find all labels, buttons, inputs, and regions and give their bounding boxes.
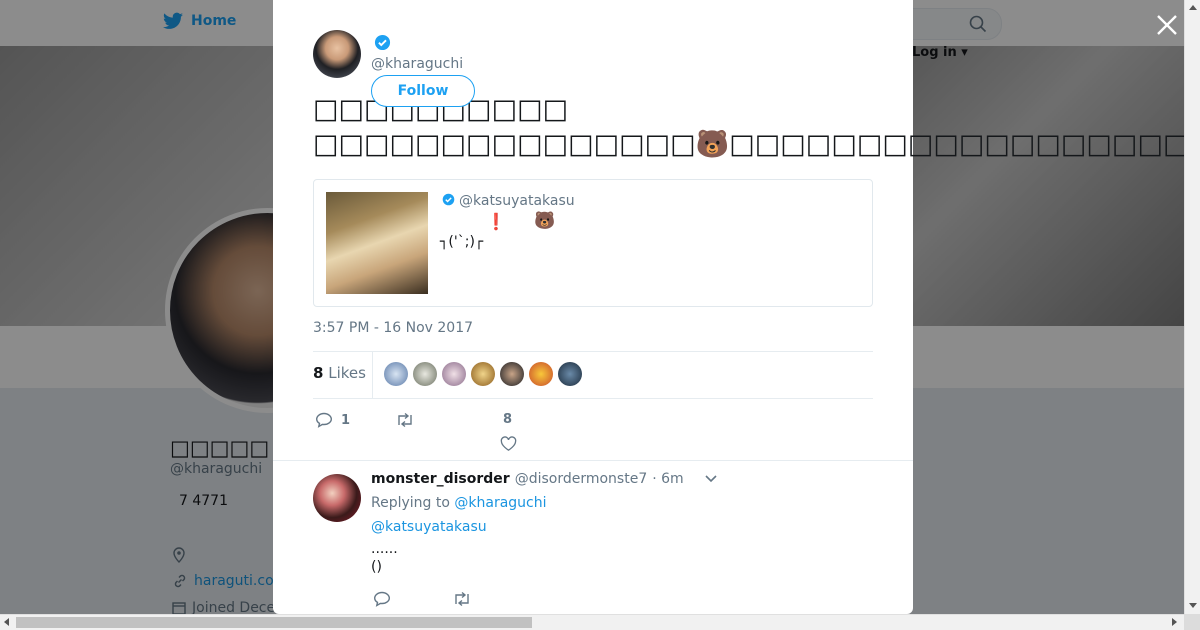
- scroll-left-arrow[interactable]: [4, 618, 9, 626]
- liker-avatar[interactable]: [500, 362, 524, 386]
- tweet-modal: @kharaguchi □□□□□□□□□□ □□□□□□□□□□□□□□□🐻□…: [273, 0, 913, 614]
- vertical-scrollbar[interactable]: [1184, 0, 1200, 614]
- reply-icon[interactable]: [373, 591, 391, 607]
- reply-text-line: ......: [371, 541, 398, 557]
- follow-button[interactable]: Follow: [371, 75, 475, 107]
- reply-mention[interactable]: @katsuyatakasu: [371, 519, 487, 535]
- reply-count: 1: [341, 412, 351, 428]
- reply-time[interactable]: · 6m: [652, 471, 683, 487]
- verified-icon: [374, 34, 391, 51]
- likes-summary[interactable]: 8 Likes: [313, 364, 366, 382]
- divider: [313, 398, 873, 399]
- quoted-tweet-handle: @katsuyatakasu: [459, 193, 575, 209]
- scrollbar-corner: [1184, 614, 1200, 630]
- reply-author-handle[interactable]: @disordermonste7: [515, 471, 648, 487]
- scroll-right-arrow[interactable]: [1172, 618, 1177, 626]
- liker-avatar[interactable]: [558, 362, 582, 386]
- reply-tweet[interactable]: monster_disorder @disordermonste7 · 6m R…: [273, 460, 913, 614]
- reply-text-line: (): [371, 559, 382, 575]
- scrollbar-thumb[interactable]: [16, 617, 532, 628]
- reply-author-avatar[interactable]: [313, 474, 361, 522]
- horizontal-scrollbar[interactable]: [0, 614, 1184, 630]
- likers-list: [384, 362, 582, 386]
- scroll-down-arrow[interactable]: [1189, 603, 1197, 608]
- close-icon[interactable]: [1154, 12, 1180, 38]
- reply-author-name[interactable]: monster_disorder: [371, 471, 510, 487]
- liker-avatar[interactable]: [413, 362, 437, 386]
- liker-avatar[interactable]: [442, 362, 466, 386]
- divider: [313, 351, 873, 352]
- like-count: 8: [503, 412, 513, 427]
- reply-header: monster_disorder @disordermonste7 · 6m: [371, 471, 717, 487]
- quoted-tweet-photo[interactable]: [326, 192, 428, 294]
- heart-icon[interactable]: [500, 436, 517, 452]
- author-avatar[interactable]: [313, 30, 361, 78]
- liker-avatar[interactable]: [529, 362, 553, 386]
- replying-to: Replying to @kharaguchi: [371, 495, 547, 511]
- tweet-line-2a: □□□□□□□□□□□□□□□: [313, 129, 696, 160]
- reply-icon: [315, 412, 333, 428]
- quoted-tweet-kaomoji: ┐('`;)┌: [440, 234, 484, 250]
- reply-action[interactable]: 1: [315, 412, 350, 428]
- chevron-down-icon[interactable]: [705, 475, 717, 483]
- replying-to-link[interactable]: @kharaguchi: [454, 495, 546, 511]
- tweet-line-2b: □□□□□□□□□□□□□□□□□□□□□□□□□□□□□□□□□□□□: [729, 129, 913, 160]
- tweet-text-overflow: □□□□□□□□□□ □□□□□□□□□□□□□□□🐻□□□□□□□□□□□□□…: [913, 92, 1184, 162]
- retweet-icon: [398, 412, 412, 428]
- retweet-action[interactable]: [395, 412, 415, 428]
- retweet-icon[interactable]: [452, 591, 472, 607]
- bear-emoji: 🐻: [534, 211, 556, 231]
- exclamation-emoji: ❗: [486, 212, 506, 231]
- author-handle[interactable]: @kharaguchi: [371, 56, 463, 72]
- tweet-timestamp[interactable]: 3:57 PM - 16 Nov 2017: [313, 320, 473, 336]
- liker-avatar[interactable]: [471, 362, 495, 386]
- quoted-tweet[interactable]: @katsuyatakasu ❗ 🐻 ┐('`;)┌: [313, 179, 873, 307]
- bear-emoji: 🐻: [695, 129, 730, 160]
- scroll-up-arrow[interactable]: [1189, 5, 1197, 10]
- liker-avatar[interactable]: [384, 362, 408, 386]
- verified-icon: [442, 193, 455, 206]
- divider: [372, 352, 373, 398]
- tweet-line-2b-overflow: □□□□□□□□□□□□□□□□□□□□□□□□□□□□□□□□□□□□: [913, 129, 1184, 160]
